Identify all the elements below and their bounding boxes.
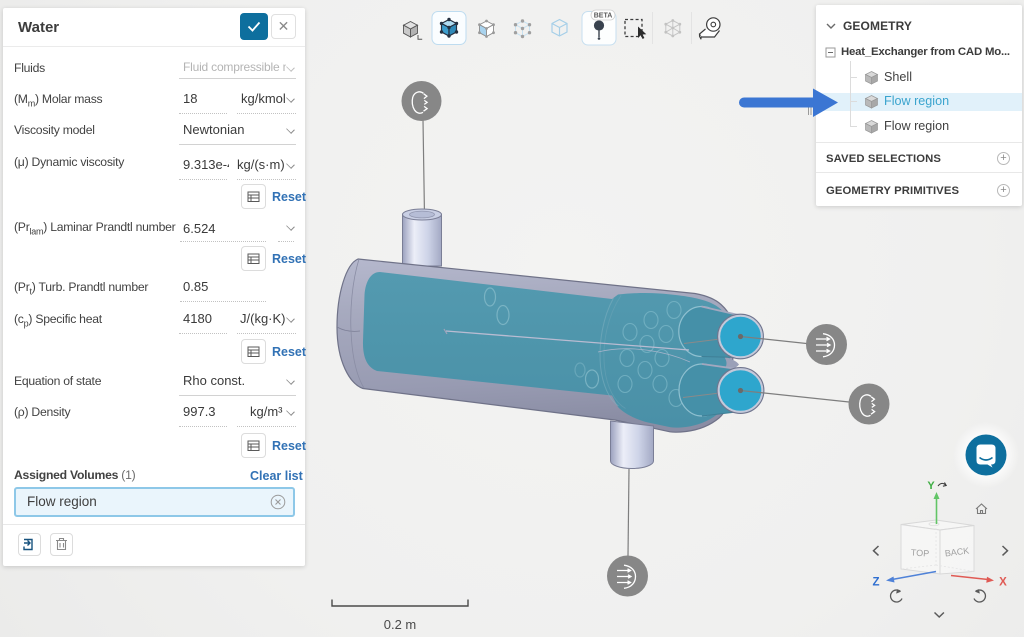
svg-text:BETA: BETA — [594, 13, 613, 20]
svg-text:Y: Y — [927, 480, 935, 492]
svg-text:Z: Z — [872, 577, 879, 589]
svg-text:TOP: TOP — [911, 547, 930, 558]
svg-text:0.2 m: 0.2 m — [384, 617, 417, 632]
svg-text:X: X — [999, 577, 1007, 589]
